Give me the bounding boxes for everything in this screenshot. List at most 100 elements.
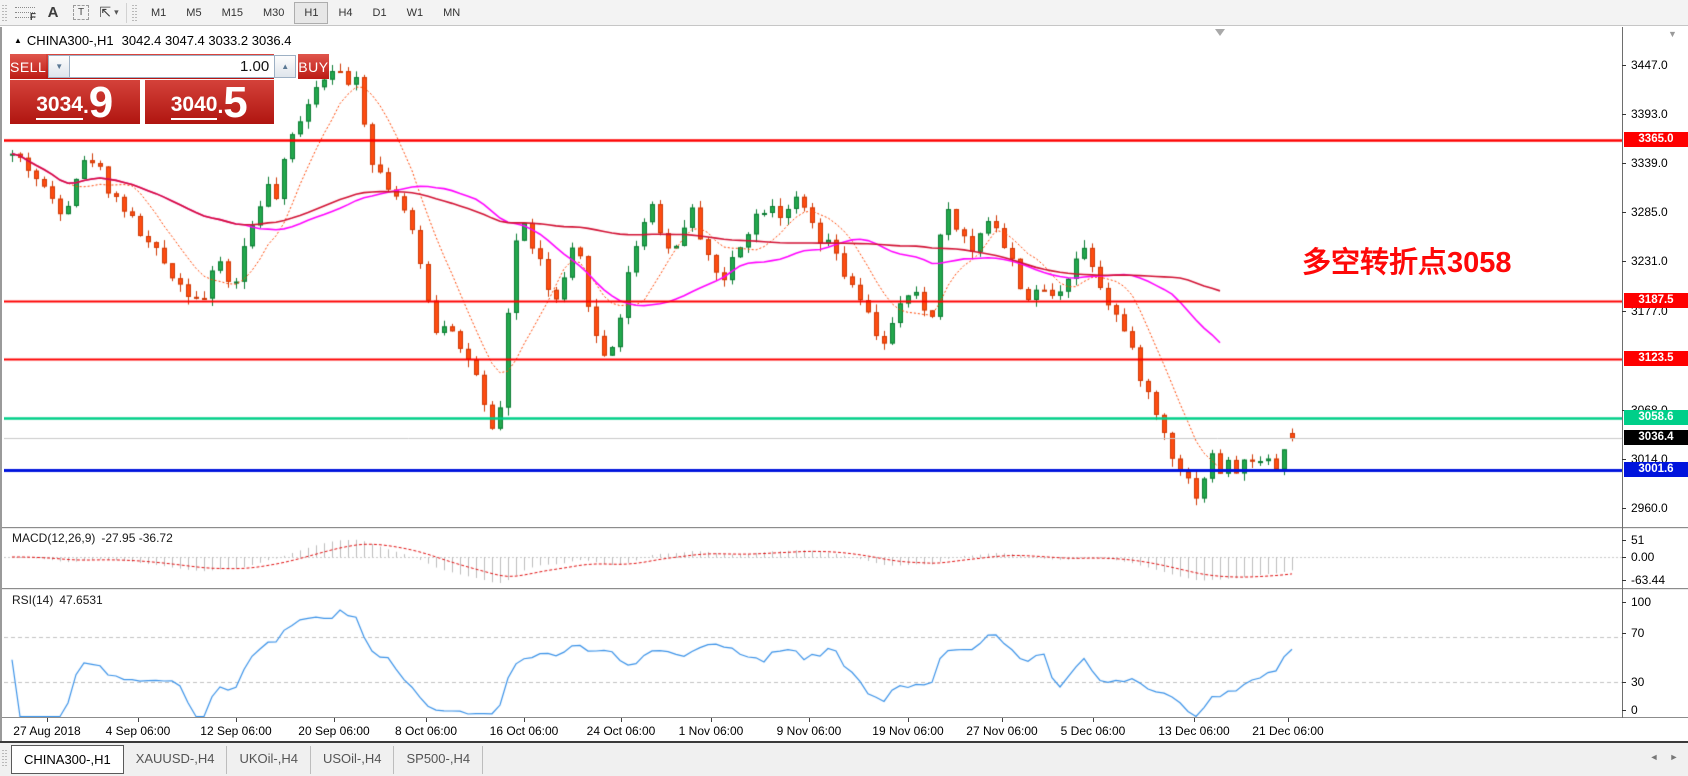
timeframe-h4[interactable]: H4 (328, 2, 362, 24)
timeframe-h1[interactable]: H1 (294, 2, 328, 24)
chart-title: ▲CHINA300-,H13042.4 3047.4 3033.2 3036.4 (14, 33, 292, 48)
chart-tab-bar: CHINA300-,H1XAUUSD-,H4UKOil-,H4USOil-,H4… (0, 743, 1688, 776)
tab-xauusd-h4[interactable]: XAUUSD-,H4 (124, 746, 228, 774)
time-tick-mark (711, 718, 712, 722)
tick-mark (1622, 508, 1626, 509)
tick-mark (1622, 459, 1626, 460)
rsi-axis-label: 0 (1631, 703, 1638, 717)
bid-price[interactable]: 3034.9 (10, 80, 140, 124)
time-tick-mark (426, 718, 427, 722)
price-badge: 3036.4 (1624, 430, 1688, 445)
price-tick-label: 3285.0 (1631, 205, 1668, 219)
chart-annotation-text: 多空转折点3058 (1302, 239, 1512, 281)
volume-decrease-button[interactable]: ▼ (48, 55, 70, 78)
label-tool-icon: T (73, 5, 89, 20)
timeframe-mn[interactable]: MN (433, 2, 470, 24)
price-tick-label: 3231.0 (1631, 254, 1668, 268)
pane-divider[interactable] (2, 527, 1688, 530)
buy-button[interactable]: BUY (298, 54, 328, 79)
volume-increase-button[interactable]: ▲ (274, 55, 296, 78)
time-label: 20 Sep 06:00 (298, 724, 369, 738)
time-label: 5 Dec 06:00 (1061, 724, 1126, 738)
ask-big-digit: 5 (223, 86, 247, 120)
rsi-axis-label: 30 (1631, 675, 1644, 689)
chart-shift-marker-icon[interactable] (1215, 29, 1225, 36)
toolbar-drag-handle[interactable] (2, 5, 7, 21)
macd-axis-label: 0.00 (1631, 550, 1654, 564)
time-label: 24 Oct 06:00 (587, 724, 656, 738)
tick-mark (1622, 114, 1626, 115)
tab-usoil-h4[interactable]: USOil-,H4 (311, 746, 395, 774)
tick-mark (1622, 710, 1626, 711)
tabbar-drag-handle[interactable] (2, 750, 7, 766)
toolbar-separator (126, 3, 127, 23)
time-tick-mark (621, 718, 622, 722)
trading-platform-window: F A T ⇱ ▾ M1M5M15M30H1H4D1W1MN ▲ CHINA300… (0, 0, 1688, 776)
tick-mark (1622, 557, 1626, 558)
volume-stepper: ▼ ▲ (46, 54, 298, 79)
time-tick-mark (1002, 718, 1003, 722)
rsi-pane-canvas[interactable] (4, 591, 1622, 718)
ohlc-values: 3042.4 3047.4 3033.2 3036.4 (122, 33, 292, 48)
volume-input[interactable] (70, 55, 274, 78)
price-axis[interactable]: 3447.03393.03339.03285.03231.03177.03068… (1622, 27, 1688, 742)
timeframe-m5[interactable]: M5 (176, 2, 211, 24)
tick-mark (1622, 212, 1626, 213)
macd-indicator-label: MACD(12,26,9)-27.95 -36.72 (12, 531, 179, 545)
tab-sp500-h4[interactable]: SP500-,H4 (394, 746, 483, 774)
tick-mark (1622, 65, 1626, 66)
sell-button[interactable]: SELL (10, 54, 46, 79)
time-label: 13 Dec 06:00 (1158, 724, 1229, 738)
tick-mark (1622, 163, 1626, 164)
price-badge: 3123.5 (1624, 351, 1688, 366)
price-badge: 3365.0 (1624, 132, 1688, 147)
time-tick-mark (1288, 718, 1289, 722)
time-tick-mark (1093, 718, 1094, 722)
text-tool-button[interactable]: A (40, 2, 66, 24)
timeframe-m1[interactable]: M1 (141, 2, 176, 24)
price-tick-label: 2960.0 (1631, 501, 1668, 515)
label-tool-button[interactable]: T (68, 2, 94, 24)
time-tick-mark (236, 718, 237, 722)
bid-big-digit: 9 (89, 86, 113, 120)
cursor-tool-button[interactable]: ⇱ ▾ (96, 2, 122, 24)
timeframe-w1[interactable]: W1 (397, 2, 434, 24)
tick-mark (1622, 682, 1626, 683)
price-tick-label: 3447.0 (1631, 58, 1668, 72)
macd-pane-canvas[interactable] (4, 529, 1622, 588)
chevron-down-icon: ▾ (114, 7, 119, 18)
cursor-icon: ⇱ (99, 4, 111, 21)
fibonacci-tool-button[interactable]: F (12, 2, 38, 24)
tick-mark (1622, 261, 1626, 262)
tabs-container: CHINA300-,H1XAUUSD-,H4UKOil-,H4USOil-,H4… (11, 744, 483, 774)
tab-scroll-left-button[interactable]: ◄ (1646, 749, 1662, 765)
timeframe-group: M1M5M15M30H1H4D1W1MN (141, 2, 470, 24)
pane-divider[interactable] (2, 588, 1688, 591)
tab-scroll-right-button[interactable]: ► (1666, 749, 1682, 765)
toolbar-drag-handle[interactable] (132, 5, 137, 21)
timeframe-m30[interactable]: M30 (253, 2, 294, 24)
time-tick-mark (1194, 718, 1195, 722)
top-toolbar: F A T ⇱ ▾ M1M5M15M30H1H4D1W1MN (0, 0, 1688, 26)
time-label: 4 Sep 06:00 (106, 724, 171, 738)
time-tick-mark (334, 718, 335, 722)
time-label: 9 Nov 06:00 (777, 724, 842, 738)
time-axis[interactable]: 27 Aug 20184 Sep 06:0012 Sep 06:0020 Sep… (2, 718, 1688, 742)
macd-axis-label: -63.44 (1631, 573, 1665, 587)
timeframe-m15[interactable]: M15 (212, 2, 253, 24)
symbol-period-label: CHINA300-,H1 (27, 33, 114, 48)
fibonacci-icon: F (15, 5, 35, 21)
price-badge: 3058.6 (1624, 410, 1688, 425)
price-tick-label: 3393.0 (1631, 107, 1668, 121)
time-label: 1 Nov 06:00 (679, 724, 744, 738)
time-label: 27 Nov 06:00 (966, 724, 1037, 738)
time-label: 16 Oct 06:00 (490, 724, 559, 738)
price-badge: 3001.6 (1624, 462, 1688, 477)
tick-mark (1622, 602, 1626, 603)
one-click-trading-panel: SELL ▼ ▲ BUY 3034.9 3040.5 (10, 54, 274, 124)
timeframe-d1[interactable]: D1 (363, 2, 397, 24)
tab-china300-h1[interactable]: CHINA300-,H1 (11, 745, 124, 774)
ask-price[interactable]: 3040.5 (145, 80, 275, 124)
rsi-indicator-label: RSI(14)47.6531 (12, 593, 109, 607)
tab-ukoil-h4[interactable]: UKOil-,H4 (227, 746, 311, 774)
